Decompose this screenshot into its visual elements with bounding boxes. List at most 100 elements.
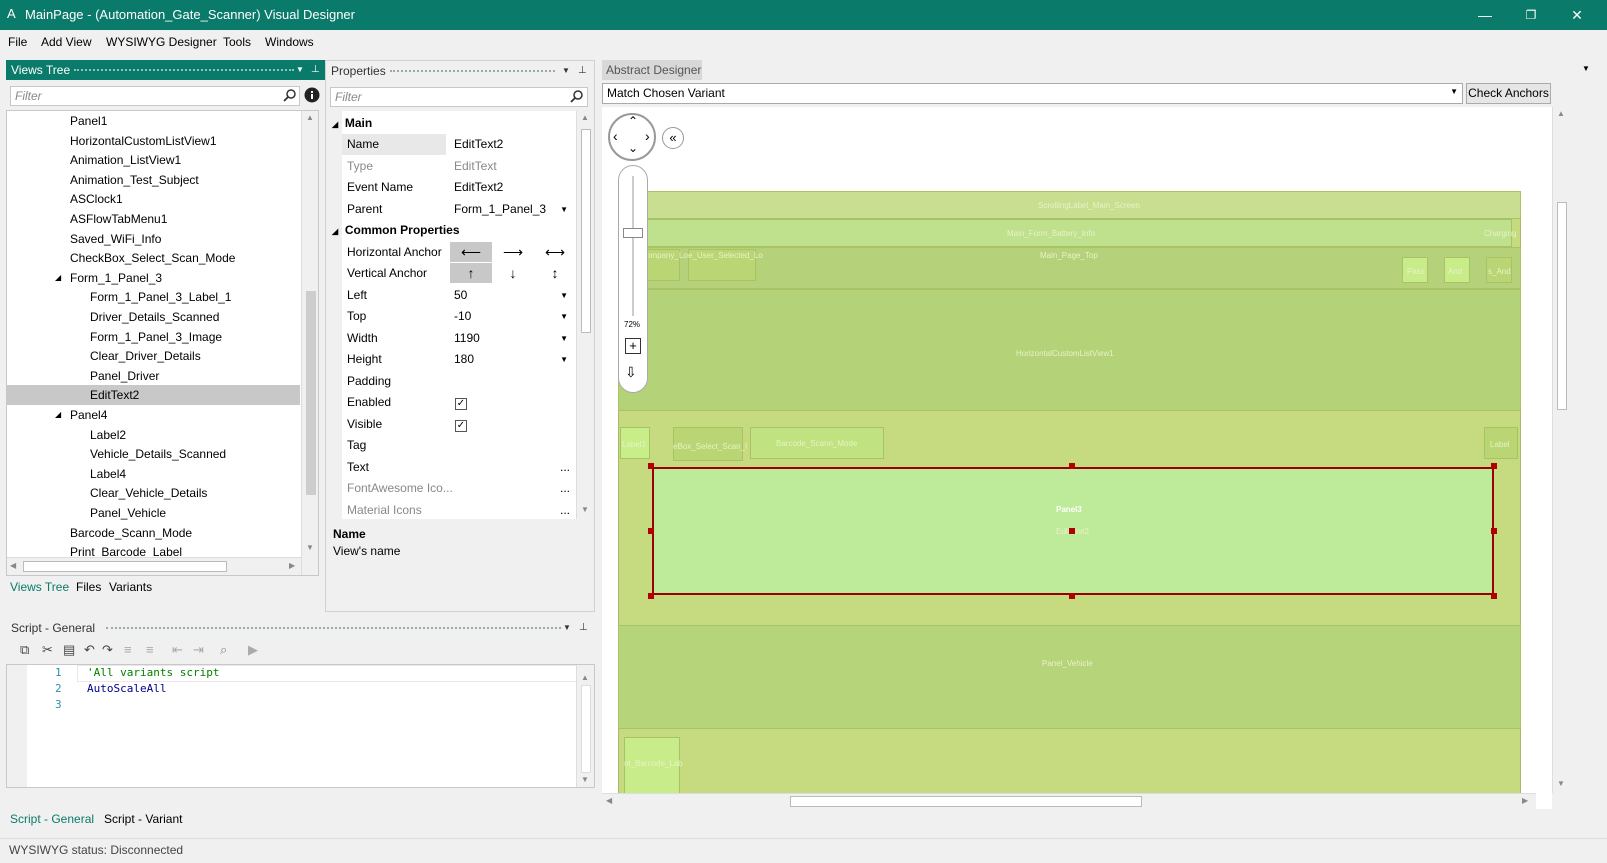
restore-button[interactable]: ❐ [1508,0,1554,30]
tree-item[interactable]: Form_1_Panel_3_Label_1 [7,287,300,307]
tree-item[interactable]: Animation_Test_Subject [7,170,300,190]
pin-icon[interactable]: ⊥ [311,60,320,80]
pin-icon[interactable]: ⊥ [579,618,588,638]
menu-windows[interactable]: Windows [265,35,314,49]
resize-handle[interactable] [1491,593,1497,599]
tree-item[interactable]: CheckBox_Select_Scan_Mode [7,248,300,268]
tree-item[interactable]: EditText2 [7,385,300,406]
prop-parent-dropdown[interactable]: Form_1_Panel_3 ▼ [454,199,574,220]
pan-left-icon[interactable]: ‹ [613,128,618,144]
tree-item[interactable]: Barcode_Scann_Mode [7,523,300,543]
tab-files[interactable]: Files [76,580,101,594]
properties-filter-input[interactable]: Filter [330,87,588,107]
tree-item[interactable]: HorizontalCustomListView1 [7,131,300,151]
tree-item[interactable]: ASFlowTabMenu1 [7,209,300,229]
uncomment-icon[interactable]: ≡ [146,642,154,657]
tree-item[interactable]: Form_1_Panel_3_Image [7,327,300,347]
run-icon[interactable]: ▶ [248,642,258,658]
tree-item[interactable]: Clear_Vehicle_Details [7,483,300,503]
resize-handle[interactable] [1491,528,1497,534]
undo-icon[interactable]: ↶ [84,642,95,658]
prop-fontawesome-ellipsis-button[interactable]: ... [560,478,570,499]
views-tree-scrollbar[interactable]: ▲ ▼ [301,111,318,575]
expand-arrow-icon[interactable]: ◢ [55,405,61,425]
tab-script-general[interactable]: Script - General [10,812,94,826]
collapse-icon[interactable]: « [662,127,684,149]
tree-item[interactable]: Label2 [7,425,300,445]
code-editor[interactable]: 1 'All variants script 2 AutoScaleAll 3 … [6,664,595,788]
paste-icon[interactable]: ▤ [63,642,75,658]
find-icon[interactable]: ⌕ [220,642,227,658]
chevron-down-icon[interactable]: ▼ [1582,64,1590,73]
resize-handle[interactable] [1069,593,1075,599]
tree-item[interactable]: ◢ Panel4 [7,405,300,425]
anchor-both-vertical-icon[interactable]: ↕ [534,263,576,283]
variant-dropdown[interactable]: Match Chosen Variant ▼ [602,83,1463,104]
prop-top-dropdown[interactable]: -10 ▼ [454,306,574,327]
check-anchors-button[interactable]: Check Anchors [1466,83,1551,104]
prop-text-ellipsis-button[interactable]: ... [560,457,570,478]
resize-handle[interactable] [648,593,654,599]
search-icon[interactable] [283,89,297,103]
menu-file[interactable]: File [8,35,27,49]
tree-item[interactable]: ASClock1 [7,189,300,209]
resize-handle[interactable] [1069,528,1075,534]
pin-icon[interactable]: ⊥ [578,61,587,81]
info-icon[interactable] [304,87,320,103]
cut-icon[interactable]: ✂ [42,642,53,658]
tab-abstract-designer[interactable]: Abstract Designer [602,60,702,80]
prop-width-dropdown[interactable]: 1190 ▼ [454,328,574,349]
prop-name-value[interactable]: EditText2 [450,134,574,155]
tab-script-variant[interactable]: Script - Variant [104,812,182,826]
search-icon[interactable] [570,90,584,104]
anchor-both-horizontal-icon[interactable]: ⟷ [534,242,576,262]
tree-item[interactable]: Saved_WiFi_Info [7,229,300,249]
anchor-left-icon[interactable]: ⟵ [450,242,492,262]
tree-item[interactable]: Panel1 [7,111,300,131]
redo-icon[interactable]: ↷ [102,642,113,658]
views-tree-filter-input[interactable]: Filter [10,86,300,106]
menu-wysiwyg-designer[interactable]: WYSIWYG Designer [106,35,217,49]
zoom-slider-thumb[interactable] [623,228,643,238]
comment-icon[interactable]: ≡ [124,642,132,657]
indent-icon[interactable]: ⇥ [193,642,204,658]
tree-item[interactable]: Driver_Details_Scanned [7,307,300,327]
resize-handle[interactable] [1491,463,1497,469]
resize-handle[interactable] [1069,463,1075,469]
menu-tools[interactable]: Tools [223,35,251,49]
designer-hscrollbar[interactable]: ◀ ▶ [602,793,1536,809]
prop-material-ellipsis-button[interactable]: ... [560,500,570,521]
designer-vscrollbar[interactable]: ▲ ▼ [1552,107,1570,793]
pan-down-icon[interactable]: ⌄ [628,141,638,155]
category-common[interactable]: ◢ Common Properties [332,220,460,241]
anchor-right-icon[interactable]: ⟶ [492,242,534,262]
tree-item[interactable]: Panel_Vehicle [7,503,300,523]
close-button[interactable]: ✕ [1554,0,1600,30]
anchor-top-icon[interactable]: ↑ [450,263,492,283]
tab-views-tree[interactable]: Views Tree [10,580,69,594]
tree-item[interactable]: Label4 [7,464,300,484]
prop-left-dropdown[interactable]: 50 ▼ [454,285,574,306]
chevron-down-icon[interactable]: ▼ [563,618,571,638]
pan-up-icon[interactable]: ⌃ [628,114,638,128]
prop-event-name-value[interactable]: EditText2 [454,177,503,198]
views-tree-hscrollbar[interactable]: ◀ ▶ [7,557,301,575]
chevron-down-icon[interactable]: ▼ [562,61,570,81]
pan-control[interactable]: ⌃ ⌄ ‹ › [608,113,656,161]
tab-variants[interactable]: Variants [109,580,152,594]
chevron-down-icon[interactable]: ▼ [296,60,304,80]
properties-scrollbar[interactable]: ▲ ▼ [576,111,594,519]
enabled-checkbox[interactable]: ✓ [455,398,467,410]
fit-to-screen-icon[interactable]: + [625,338,641,354]
tree-item[interactable]: Animation_ListView1 [7,150,300,170]
expand-arrow-icon[interactable]: ◢ [55,268,61,288]
resize-handle[interactable] [648,528,654,534]
resize-handle[interactable] [648,463,654,469]
copy-icon[interactable]: ⧉ [20,642,29,658]
tree-item[interactable]: Clear_Driver_Details [7,346,300,366]
prop-height-dropdown[interactable]: 180 ▼ [454,349,574,370]
script-scrollbar[interactable]: ▲ ▼ [576,665,594,787]
outdent-icon[interactable]: ⇤ [172,642,183,658]
tree-item[interactable]: Vehicle_Details_Scanned [7,444,300,464]
designer-canvas[interactable]: ScrollingLabel_Main_Screen Main_Form_Bat… [602,107,1552,809]
